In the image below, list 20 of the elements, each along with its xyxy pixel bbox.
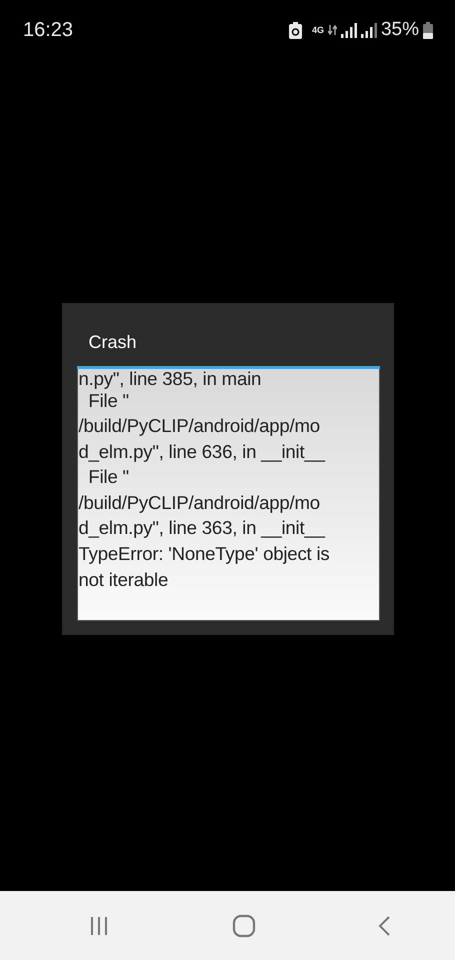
battery-percent: 35%: [380, 18, 419, 42]
traceback-line: d_elm.py", line 363, in __init__: [78, 516, 326, 540]
traceback-line: TypeError: 'NoneType' object is: [78, 542, 330, 566]
traceback-line: File ": [87, 389, 130, 412]
clock-time: 16:23: [23, 18, 74, 43]
dialog-title: Crash: [88, 330, 138, 354]
battery-saver-icon: [288, 22, 302, 38]
signal-icon: [340, 22, 357, 38]
home-button[interactable]: [232, 914, 256, 938]
traceback-line: n.py", line 385, in main: [78, 368, 262, 388]
signal-icon: [360, 22, 377, 38]
battery-icon: [423, 22, 433, 38]
traceback-line: File ": [87, 465, 130, 490]
network-type: 4G: [312, 26, 324, 34]
traceback-line: not iterable: [78, 568, 170, 592]
traceback-line: /build/PyCLIP/android/app/mo: [78, 414, 321, 438]
traceback-line: /build/PyCLIP/android/app/mo: [78, 490, 321, 515]
data-arrows-icon: [328, 25, 337, 35]
recents-button[interactable]: [88, 914, 110, 936]
traceback-line: d_elm.py", line 636, in __init__: [78, 440, 326, 464]
